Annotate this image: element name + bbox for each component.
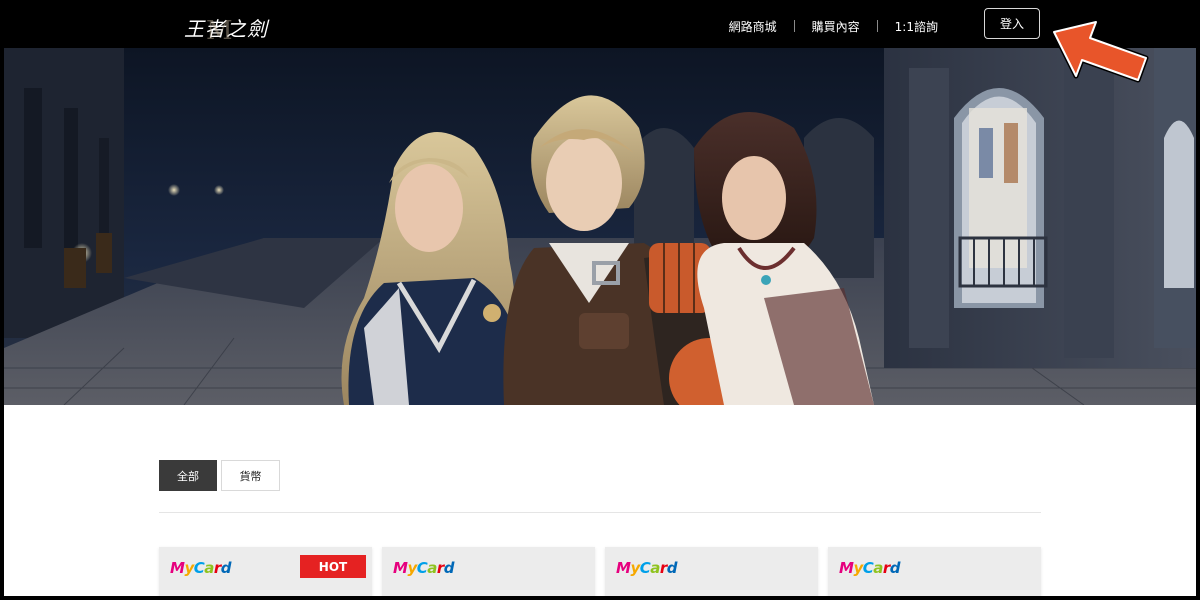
section-divider [159, 512, 1041, 513]
main-nav: 網路商城 購買內容 1:1諮詢 [729, 4, 938, 48]
hot-badge: HOT [300, 555, 366, 578]
tab-currency[interactable]: 貨幣 [221, 460, 280, 491]
nav-item-purchase-history[interactable]: 購買內容 [812, 18, 860, 35]
product-card[interactable]: MyCard [828, 547, 1041, 596]
mycard-logo: MyCard [393, 559, 455, 577]
shop-content: 全部 貨幣 MyCard HOT MyCard MyCard MyCard [4, 405, 1196, 596]
tab-all[interactable]: 全部 [159, 460, 217, 491]
mycard-logo: MyCard [616, 559, 678, 577]
site-logo[interactable]: 王者之劍 M [184, 12, 268, 46]
nav-item-support[interactable]: 1:1諮詢 [895, 18, 938, 35]
nav-divider [876, 20, 878, 32]
product-card[interactable]: MyCard [605, 547, 818, 596]
page-frame: 王者之劍 M 網路商城 購買內容 1:1諮詢 登入 全部 貨幣 MyCard H… [0, 0, 1200, 600]
category-tabs: 全部 貨幣 [159, 460, 280, 491]
nav-item-online-store[interactable]: 網路商城 [729, 18, 777, 35]
product-card[interactable]: MyCard [382, 547, 595, 596]
product-list: MyCard HOT MyCard MyCard MyCard [159, 547, 1041, 596]
hero-banner [4, 48, 1196, 405]
top-navigation-bar: 王者之劍 M 網路商城 購買內容 1:1諮詢 登入 [4, 4, 1196, 48]
nav-divider [793, 20, 795, 32]
product-card[interactable]: MyCard HOT [159, 547, 372, 596]
login-button[interactable]: 登入 [984, 8, 1040, 39]
annotation-arrow-icon [1051, 19, 1149, 83]
hero-artwork [4, 48, 1196, 405]
mycard-logo: MyCard [170, 559, 232, 577]
mycard-logo: MyCard [839, 559, 901, 577]
logo-mark: M [206, 16, 233, 46]
